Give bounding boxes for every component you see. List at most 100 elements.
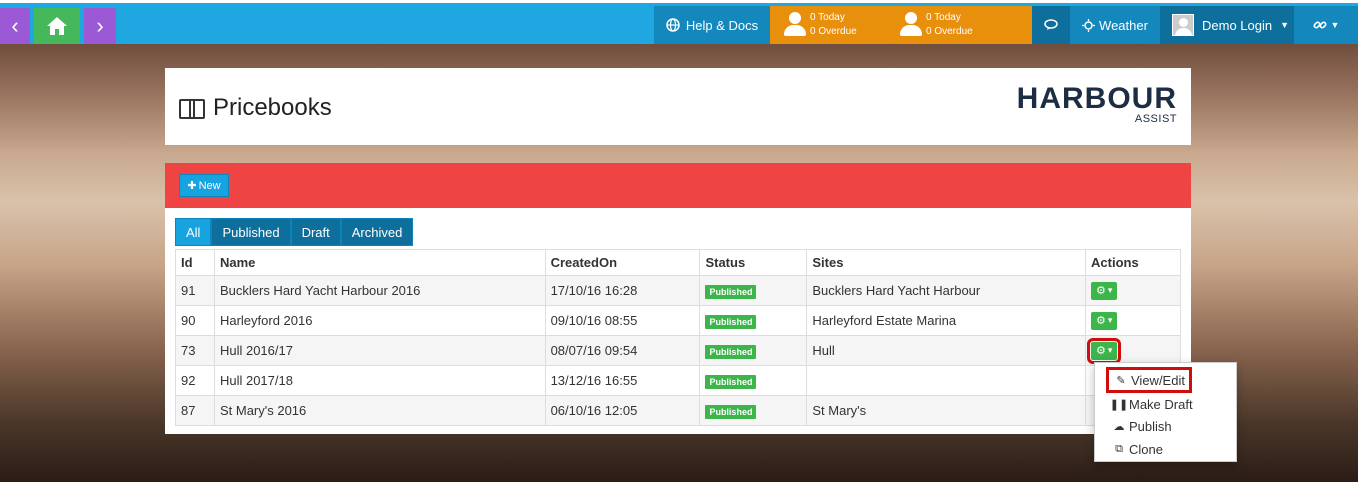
links-menu[interactable]: ▼ bbox=[1294, 6, 1358, 44]
status-badge: Published bbox=[705, 314, 757, 329]
pricebooks-table: Id Name CreatedOn Status Sites Actions 9… bbox=[175, 249, 1181, 426]
cell-created: 17/10/16 16:28 bbox=[544, 275, 701, 306]
alert-today: 0 Today bbox=[810, 12, 845, 23]
alert-today: 0 Today bbox=[926, 12, 961, 23]
forward-button[interactable]: › bbox=[84, 8, 116, 44]
status-badge: Published bbox=[705, 344, 757, 359]
column-header-status[interactable]: Status bbox=[699, 249, 808, 276]
toolbar-panel: ✚ New bbox=[165, 163, 1191, 208]
menu-item-clone[interactable]: ⧉ Clone bbox=[1095, 438, 1236, 461]
cell-actions: ⚙ ▾ bbox=[1085, 305, 1181, 336]
cell-id: 91 bbox=[175, 275, 215, 306]
cell-status: Published bbox=[699, 365, 808, 396]
table-row[interactable]: 90 Harleyford 2016 09/10/16 08:55 Publis… bbox=[175, 305, 1181, 336]
cell-name: St Mary's 2016 bbox=[213, 395, 546, 426]
weather-label: Weather bbox=[1099, 17, 1148, 33]
logo-sub: ASSIST bbox=[1134, 113, 1177, 125]
menu-item-publish[interactable]: ☁ Publish bbox=[1095, 416, 1236, 439]
actions-button-open[interactable]: ⚙ ▾ bbox=[1086, 337, 1122, 364]
user-menu[interactable]: Demo Login ▼ bbox=[1160, 6, 1294, 44]
cell-sites: Bucklers Hard Yacht Harbour bbox=[806, 275, 1087, 306]
new-button[interactable]: ✚ New bbox=[179, 174, 229, 197]
caret-down-icon: ▾ bbox=[1107, 285, 1113, 295]
page-title-text: Pricebooks bbox=[213, 94, 332, 121]
cell-actions: ⚙ ▾ bbox=[1085, 335, 1181, 366]
caret-down-icon: ▾ bbox=[1107, 345, 1113, 355]
table-row[interactable]: 92 Hull 2017/18 13/12/16 16:55 Published bbox=[175, 365, 1181, 396]
status-badge: Published bbox=[705, 374, 757, 389]
weather-button[interactable]: Weather bbox=[1070, 6, 1160, 44]
tab-all[interactable]: All bbox=[175, 218, 212, 246]
cell-sites bbox=[806, 365, 1087, 396]
cell-created: 09/10/16 08:55 bbox=[544, 305, 701, 336]
table-row[interactable]: 91 Bucklers Hard Yacht Harbour 2016 17/1… bbox=[175, 275, 1181, 306]
alert-arrivals[interactable]: 0 Today 0 Overdue bbox=[770, 11, 886, 39]
help-docs-button[interactable]: Help & Docs bbox=[654, 6, 770, 44]
actions-button[interactable]: ⚙ ▾ bbox=[1091, 281, 1118, 300]
column-header-id[interactable]: Id bbox=[175, 249, 215, 276]
menu-item-label: Publish bbox=[1129, 419, 1172, 435]
cell-status: Published bbox=[699, 335, 808, 366]
logo-main: HARBOUR bbox=[1016, 82, 1177, 115]
person-icon bbox=[784, 12, 806, 38]
actions-dropdown-menu: ✎ View/Edit ❚❚ Make Draft ☁ Publish ⧉ Cl… bbox=[1094, 362, 1237, 462]
cell-created: 08/07/16 09:54 bbox=[544, 335, 701, 366]
gear-icon: ⚙ bbox=[1096, 315, 1106, 327]
cell-id: 87 bbox=[175, 395, 215, 426]
cell-name: Hull 2017/18 bbox=[213, 365, 546, 396]
chat-button[interactable] bbox=[1032, 6, 1070, 44]
cell-actions: ⚙ ▾ bbox=[1085, 275, 1181, 306]
cell-status: Published bbox=[699, 395, 808, 426]
cell-name: Harleyford 2016 bbox=[213, 305, 546, 336]
table-header-row: Id Name CreatedOn Status Sites Actions bbox=[175, 249, 1181, 276]
actions-button[interactable]: ⚙ ▾ bbox=[1091, 311, 1118, 330]
status-badge: Published bbox=[705, 284, 757, 299]
chevron-right-icon: › bbox=[96, 13, 104, 38]
globe-icon bbox=[666, 18, 680, 32]
back-button[interactable]: ‹ bbox=[0, 8, 30, 44]
cell-name: Hull 2016/17 bbox=[213, 335, 546, 366]
gear-icon: ⚙ bbox=[1096, 345, 1106, 357]
tab-archived[interactable]: Archived bbox=[340, 218, 414, 246]
alerts-area: 0 Today 0 Overdue 0 Today 0 Overdue bbox=[770, 6, 1032, 44]
copy-icon: ⧉ bbox=[1115, 442, 1123, 455]
alert-overdue: 0 Overdue bbox=[926, 26, 973, 37]
menu-item-view-edit[interactable]: ✎ View/Edit bbox=[1106, 367, 1192, 393]
column-header-name[interactable]: Name bbox=[213, 249, 546, 276]
table-row[interactable]: 87 St Mary's 2016 06/10/16 12:05 Publish… bbox=[175, 395, 1181, 426]
home-icon bbox=[47, 17, 67, 35]
alert-departures[interactable]: 0 Today 0 Overdue bbox=[886, 11, 1002, 39]
cell-created: 06/10/16 12:05 bbox=[544, 395, 701, 426]
tab-published[interactable]: Published bbox=[211, 218, 291, 246]
caret-down-icon: ▾ bbox=[1107, 315, 1113, 325]
home-button[interactable] bbox=[34, 8, 80, 44]
page-header: Pricebooks HARBOUR ASSIST bbox=[165, 68, 1191, 145]
sun-icon bbox=[1082, 18, 1096, 32]
menu-item-label: Make Draft bbox=[1129, 396, 1193, 412]
cell-sites: Hull bbox=[806, 335, 1087, 366]
people-icon bbox=[900, 12, 922, 38]
cell-sites: Harleyford Estate Marina bbox=[806, 305, 1087, 336]
cell-status: Published bbox=[699, 305, 808, 336]
cell-created: 13/12/16 16:55 bbox=[544, 365, 701, 396]
book-icon bbox=[179, 99, 205, 119]
cell-id: 73 bbox=[175, 335, 215, 366]
cloud-icon: ☁ bbox=[1113, 421, 1125, 434]
new-button-label: New bbox=[198, 179, 221, 192]
tab-draft[interactable]: Draft bbox=[290, 218, 341, 246]
column-header-sites[interactable]: Sites bbox=[806, 249, 1087, 276]
status-tabs: All Published Draft Archived bbox=[175, 218, 414, 246]
cell-id: 90 bbox=[175, 305, 215, 336]
caret-down-icon: ▼ bbox=[1280, 20, 1290, 30]
cell-sites: St Mary's bbox=[806, 395, 1087, 426]
page-title: Pricebooks bbox=[179, 94, 332, 122]
harbour-assist-logo: HARBOUR ASSIST bbox=[1017, 84, 1177, 125]
menu-item-make-draft[interactable]: ❚❚ Make Draft bbox=[1095, 393, 1236, 416]
menu-item-label: View/Edit bbox=[1131, 372, 1185, 388]
table-row[interactable]: 73 Hull 2016/17 08/07/16 09:54 Published… bbox=[175, 335, 1181, 366]
chevron-left-icon: ‹ bbox=[11, 13, 19, 38]
cell-name: Bucklers Hard Yacht Harbour 2016 bbox=[213, 275, 546, 306]
column-header-createdon[interactable]: CreatedOn bbox=[544, 249, 701, 276]
avatar bbox=[1172, 14, 1194, 36]
cell-id: 92 bbox=[175, 365, 215, 396]
